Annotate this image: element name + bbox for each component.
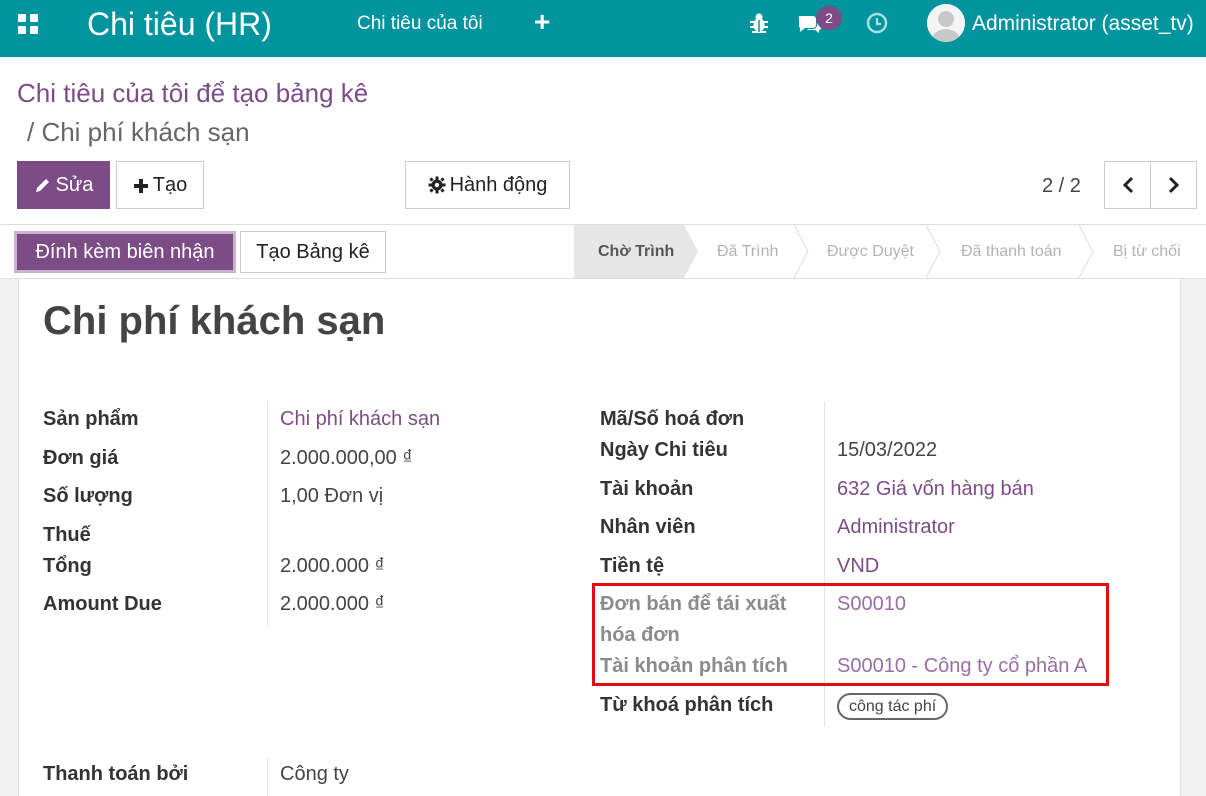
employee-value[interactable]: Administrator [837, 514, 955, 540]
product-label: Sản phẩm [43, 408, 139, 430]
account-value[interactable]: 632 Giá vốn hàng bán [837, 476, 1034, 502]
employee-label: Nhân viên [600, 516, 696, 538]
payment-separator [267, 758, 268, 796]
edit-button[interactable]: Sửa [17, 161, 110, 209]
activity-clock-icon[interactable] [866, 12, 888, 34]
control-panel: Chi tiêu của tôi để tạo bảng kê / Chi ph… [0, 57, 1206, 225]
amount-due-value: 2.000.000 ₫ [280, 593, 385, 615]
avatar[interactable] [927, 4, 965, 42]
analytic-tag-badge[interactable]: công tác phí [837, 693, 949, 720]
product-value[interactable]: Chi phí khách sạn [280, 406, 440, 432]
chevron-left-icon [1122, 176, 1134, 194]
create-report-button[interactable]: Tạo Bảng kê [240, 231, 386, 273]
action-button[interactable]: Hành động [405, 161, 570, 209]
quantity-value[interactable]: 1,00 Đơn vị [280, 483, 383, 509]
create-button[interactable]: Tạo [116, 161, 204, 209]
plus-icon[interactable]: + [534, 8, 550, 36]
paid-by-value[interactable]: Công ty [280, 761, 349, 787]
expense-date-value[interactable]: 15/03/2022 [837, 437, 937, 463]
app-title: Chi tiêu (HR) [87, 6, 272, 42]
user-avatar-icon [927, 4, 965, 42]
bug-icon[interactable] [748, 12, 770, 34]
pager-next-button[interactable] [1150, 161, 1197, 209]
pager-previous-button[interactable] [1104, 161, 1151, 209]
stage-waiting[interactable]: Chờ Trình [598, 225, 674, 278]
left-column-separator [267, 402, 268, 627]
stage-approved[interactable]: Được Duyệt [827, 225, 914, 278]
tax-label: Thuế [43, 524, 91, 546]
currency-label: Tiền tệ [600, 555, 665, 577]
plus-small-icon [133, 179, 148, 193]
unit-price-value[interactable]: 2.000.000,00 ₫ [280, 445, 413, 471]
top-navbar: Chi tiêu (HR) Chi tiêu của tôi + 2 Admin… [0, 0, 1206, 57]
edit-button-label: Sửa [55, 174, 94, 196]
chevron-right-icon [1168, 176, 1180, 194]
gear-icon [428, 176, 446, 194]
quantity-label: Số lượng [43, 485, 133, 507]
menu-my-expenses[interactable]: Chi tiêu của tôi [357, 12, 483, 36]
breadcrumb-parent[interactable]: Chi tiêu của tôi để tạo bảng kê [17, 77, 368, 109]
stage-submitted[interactable]: Đã Trình [717, 225, 778, 278]
user-menu[interactable]: Administrator (asset_tv) [972, 11, 1194, 37]
currency-value[interactable]: VND [837, 553, 879, 579]
form-statusbar: Đính kèm biên nhận Tạo Bảng kê Chờ Trình… [0, 225, 1206, 279]
amount-due-label: Amount Due [43, 593, 162, 615]
create-button-label: Tạo [152, 174, 188, 196]
apps-menu-icon[interactable] [18, 14, 40, 36]
attach-receipt-button[interactable]: Đính kèm biên nhận [14, 231, 236, 273]
analytic-tags-label: Từ khoá phân tích [600, 694, 774, 716]
expense-title[interactable]: Chi phí khách sạn [43, 297, 385, 345]
stage-paid[interactable]: Đã thanh toán [961, 225, 1062, 278]
messages-badge: 2 [816, 6, 842, 30]
breadcrumb-current: / Chi phí khách sạn [27, 117, 250, 147]
total-label: Tổng [43, 555, 92, 577]
total-value: 2.000.000 ₫ [280, 555, 385, 577]
account-label: Tài khoản [600, 478, 694, 500]
stage-pipeline: Chờ Trình Đã Trình Được Duyệt Đã thanh t… [574, 225, 1206, 278]
unit-price-label: Đơn giá [43, 447, 119, 469]
expense-date-label: Ngày Chi tiêu [600, 439, 728, 461]
invoice-number-label: Mã/Số hoá đơn [600, 408, 745, 430]
action-button-label: Hành động [449, 174, 548, 196]
paid-by-label: Thanh toán bởi [43, 763, 189, 785]
pencil-icon [35, 179, 49, 192]
highlight-box [592, 583, 1109, 686]
stage-refused[interactable]: Bị từ chối [1113, 225, 1181, 278]
pager-value[interactable]: 2 / 2 [1042, 173, 1081, 199]
